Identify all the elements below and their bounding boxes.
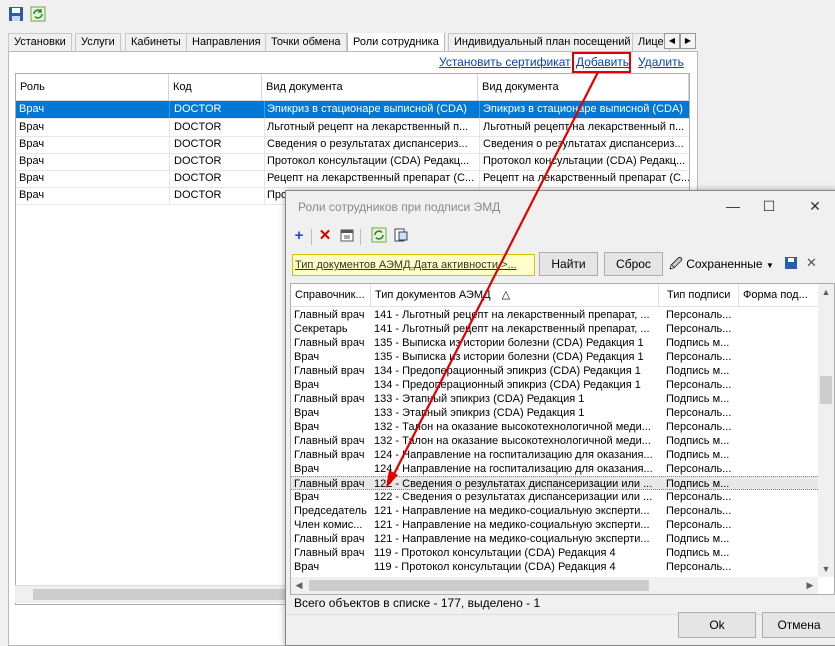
arrow-head <box>386 470 398 488</box>
annotation-arrow <box>386 71 599 488</box>
arrow-line <box>391 71 599 479</box>
